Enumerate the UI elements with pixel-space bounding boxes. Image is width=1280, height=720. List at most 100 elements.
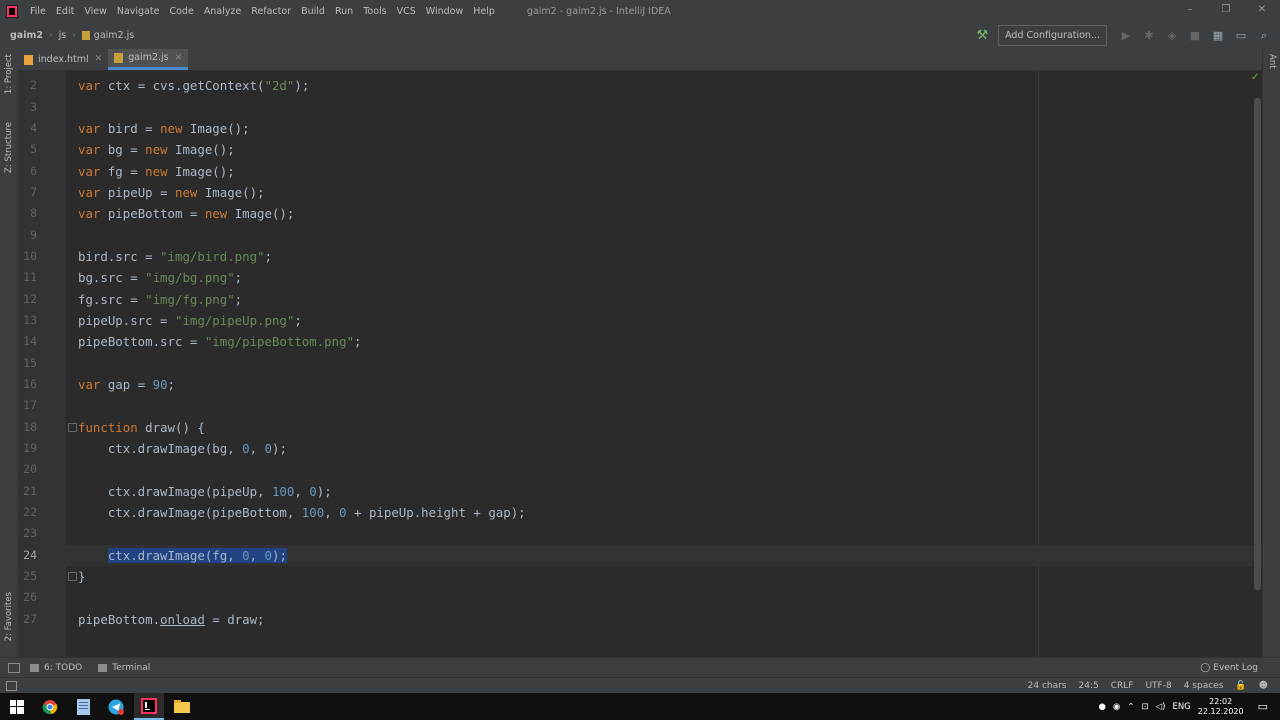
file-explorer-icon[interactable] (167, 693, 197, 720)
window-title: gaim2 - gaim2.js - IntelliJ IDEA (526, 6, 671, 17)
tray-app-icon[interactable]: ● (1099, 702, 1106, 712)
file-encoding[interactable]: UTF-8 (1145, 681, 1171, 691)
project-structure-icon[interactable]: ▦ (1211, 29, 1225, 43)
right-tool-stripe: Ant (1262, 48, 1280, 657)
code-line-5: var bg = new Image(); (78, 142, 235, 157)
code-line-21: ctx.drawImage(pipeUp, 100, 0); (78, 484, 332, 499)
menu-run[interactable]: Run (335, 6, 353, 17)
code-line-8: var pipeBottom = new Image(); (78, 206, 295, 221)
chrome-icon[interactable] (35, 693, 65, 720)
code-line-14: pipeBottom.src = "img/pipeBottom.png"; (78, 334, 362, 349)
debug-icon[interactable]: ✱ (1142, 29, 1156, 43)
vertical-scrollbar[interactable] (1254, 98, 1261, 590)
menu-build[interactable]: Build (301, 6, 325, 17)
volume-icon[interactable]: ◁) (1156, 702, 1166, 712)
network-icon[interactable]: ⊡ (1141, 702, 1148, 712)
line-number: 14 (23, 334, 37, 348)
telegram-icon[interactable] (101, 693, 131, 720)
minimize-button[interactable]: – (1172, 0, 1208, 20)
build-hammer-icon[interactable]: ⚒ (976, 28, 988, 43)
event-log-button[interactable]: ◯ Event Log (1200, 663, 1258, 673)
clock-date: 22.12.2020 (1197, 706, 1244, 716)
stop-icon[interactable]: ■ (1188, 29, 1202, 43)
left-tool-stripe: 1: Project Z: Structure 2: Favorites (0, 48, 19, 657)
right-margin-guide (1038, 71, 1039, 657)
js-file-icon (81, 31, 90, 40)
search-icon[interactable]: ⌕ (1257, 29, 1271, 43)
run-icon[interactable]: ▶ (1119, 29, 1133, 43)
fold-marker-icon[interactable] (68, 423, 77, 432)
close-icon[interactable]: ✕ (95, 49, 103, 70)
menu-tools[interactable]: Tools (363, 6, 386, 17)
code-line-6: var fg = new Image(); (78, 164, 235, 179)
caret-position[interactable]: 24:5 (1079, 681, 1099, 691)
close-button[interactable]: ✕ (1244, 0, 1280, 20)
todo-tool-button[interactable]: 6: TODO (30, 663, 82, 673)
line-number: 5 (30, 142, 37, 156)
tray-chrome-icon[interactable]: ◉ (1113, 702, 1120, 712)
indent-setting[interactable]: 4 spaces (1184, 681, 1224, 691)
tray-expand-icon[interactable]: ⌃ (1127, 702, 1134, 712)
menu-analyze[interactable]: Analyze (204, 6, 241, 17)
menu-window[interactable]: Window (426, 6, 463, 17)
tab-gaim2-js[interactable]: gaim2.js ✕ (108, 49, 189, 70)
maximize-button[interactable]: ❐ (1208, 0, 1244, 20)
line-number: 10 (23, 249, 37, 263)
tab-index-html[interactable]: index.html ✕ (18, 49, 108, 70)
clock-time: 22:02 (1209, 696, 1233, 706)
fold-marker-icon[interactable] (68, 572, 77, 581)
clock[interactable]: 22:02 22.12.2020 (1198, 697, 1244, 717)
menu-navigate[interactable]: Navigate (117, 6, 160, 17)
line-number: 3 (30, 100, 37, 114)
breadcrumb-project[interactable]: gaim2 (10, 30, 43, 41)
inspection-ok-icon[interactable]: ✓ (1251, 72, 1259, 83)
line-number: 13 (23, 313, 37, 327)
close-icon[interactable]: ✕ (175, 49, 183, 67)
ant-tool-button[interactable]: Ant (1267, 54, 1277, 69)
line-number: 23 (23, 526, 37, 540)
terminal-tool-button[interactable]: Terminal (98, 663, 150, 673)
inspector-icon[interactable]: ☻ (1259, 681, 1268, 691)
code-editor[interactable] (66, 71, 1262, 657)
text-selection: ctx.drawImage(fg, 0, 0); (107, 548, 287, 563)
intellij-taskbar-icon[interactable] (134, 693, 164, 720)
line-number: 26 (23, 590, 37, 604)
layout-icon[interactable] (8, 663, 20, 673)
lock-icon[interactable]: 🔓 (1235, 681, 1246, 691)
menu-refactor[interactable]: Refactor (251, 6, 291, 17)
line-number: 17 (23, 398, 37, 412)
html-file-icon (24, 54, 33, 65)
breadcrumb-file[interactable]: gaim2.js (94, 30, 134, 41)
language-indicator[interactable]: ENG (1172, 702, 1190, 712)
menu-help[interactable]: Help (473, 6, 495, 17)
line-separator[interactable]: CRLF (1111, 681, 1134, 691)
code-line-22: ctx.drawImage(pipeBottom, 100, 0 + pipeU… (78, 505, 526, 520)
project-tool-button[interactable]: 1: Project (4, 54, 14, 94)
code-line-27: pipeBottom.onload = draw; (78, 612, 265, 627)
status-layout-icon[interactable] (6, 681, 17, 691)
code-line-13: pipeUp.src = "img/pipeUp.png"; (78, 313, 302, 328)
menu-file[interactable]: File (30, 6, 46, 17)
coverage-icon[interactable]: ◈ (1165, 29, 1179, 43)
terminal-icon (98, 664, 108, 672)
favorites-tool-button[interactable]: 2: Favorites (4, 592, 14, 641)
add-configuration-button[interactable]: Add Configuration... (998, 25, 1107, 46)
breadcrumb-folder[interactable]: js (59, 30, 67, 41)
notifications-icon[interactable]: ▭ (1258, 700, 1268, 713)
list-icon (30, 664, 39, 672)
notepad-icon[interactable] (68, 693, 98, 720)
menu-vcs[interactable]: VCS (397, 6, 416, 17)
menu-code[interactable]: Code (169, 6, 193, 17)
line-number: 18 (23, 420, 37, 434)
code-line-25: } (78, 569, 86, 584)
windows-start-icon[interactable] (2, 693, 32, 720)
structure-tool-button[interactable]: Z: Structure (4, 122, 14, 173)
line-number: 7 (30, 185, 37, 199)
current-line-number: 24 (23, 548, 37, 562)
presentation-mode-icon[interactable]: ▭ (1234, 29, 1248, 43)
code-line-7: var pipeUp = new Image(); (78, 185, 265, 200)
event-log-icon: ◯ (1200, 663, 1211, 673)
line-number: 6 (30, 164, 37, 178)
menu-edit[interactable]: Edit (56, 6, 74, 17)
menu-view[interactable]: View (84, 6, 107, 17)
